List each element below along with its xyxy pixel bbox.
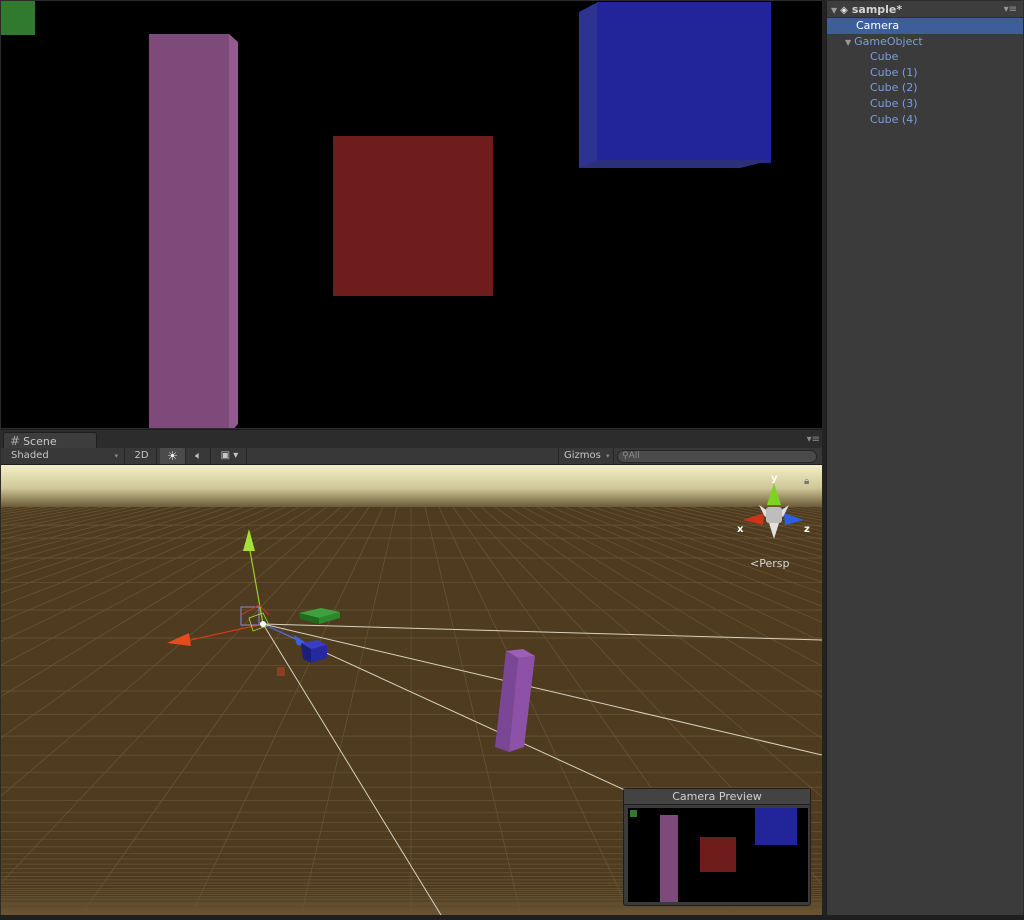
green-cube-render [1,1,35,35]
hierarchy-item[interactable]: Cube (4) [827,112,1023,128]
hierarchy-item-label: Cube (4) [870,112,918,126]
sky-gradient [1,465,822,507]
game-view[interactable] [1,1,822,428]
panel-menu-icon[interactable]: ▾≡ [807,434,820,445]
dropdown-arrow-icon: ▾ [114,452,118,460]
draw-mode-dropdown[interactable]: Shaded ▾ [1,448,125,464]
x-axis-label: x [737,524,744,535]
hierarchy-item-label: Cube (3) [870,96,918,110]
purple-pillar-side-render [229,34,238,428]
blue-cube-side-render [579,2,598,168]
scene-toolbar: Shaded ▾ 2D ☀ 🔈︎ ▣ ▾ Gizmos ▾ ⚲All [1,448,822,465]
scene-tab-bar: # Scene ▾≡ [1,429,822,449]
search-icon: ⚲ [622,451,629,461]
gizmos-label: Gizmos [564,450,601,461]
camera-preview-window: Camera Preview [623,788,811,906]
collapse-arrow-icon[interactable]: ▼ [831,6,837,15]
hierarchy-list: Camera ▼ GameObject Cube Cube (1) Cube (2) Cub… [827,18,1023,127]
red-cube-object[interactable] [277,667,285,676]
hierarchy-item-label: Camera [856,19,900,32]
hierarchy-item[interactable]: ▼ GameObject [827,34,1023,50]
hierarchy-item[interactable]: Cube [827,49,1023,65]
lock-icon[interactable]: 🔒︎ [804,476,809,487]
hierarchy-panel: ▼ ◈ sample* ▾≡ Camera ▼ GameObject Cube Cube (… [826,1,1023,915]
y-axis-label: y [771,473,778,484]
scene-name: sample* [851,3,903,16]
gizmos-dropdown[interactable]: Gizmos ▾ [558,448,614,464]
scene-search-input[interactable]: ⚲All [617,450,817,463]
preview-green-cube [630,810,637,817]
preview-blue-cube [755,808,797,845]
effects-dropdown-icon[interactable]: ▣ ▾ [213,448,247,464]
camera-icon [260,621,266,627]
persp-arrow-icon: < [750,557,760,570]
preview-purple-pillar [660,815,678,902]
red-cube-render [333,136,493,296]
z-axis-label: z [804,524,810,535]
hierarchy-item-label: Cube (1) [870,65,918,79]
purple-pillar-render [149,34,229,428]
search-placeholder: All [628,451,640,461]
preview-red-cube [700,837,736,872]
projection-toggle[interactable]: <Persp [750,557,789,570]
2d-toggle-button[interactable]: 2D [127,448,157,464]
audio-toggle-icon[interactable]: 🔈︎ [187,448,211,464]
hierarchy-item[interactable]: Cube (2) [827,80,1023,96]
scene-header[interactable]: ▼ ◈ sample* ▾≡ [827,1,1023,18]
tab-scene[interactable]: # Scene [3,432,97,449]
hierarchy-menu-icon[interactable]: ▾≡ [1004,1,1017,18]
blue-cube-bottom-render [579,160,771,168]
draw-mode-label: Shaded [11,450,49,461]
unity-scene-icon: ◈ [840,5,848,16]
camera-preview-title: Camera Preview [624,789,810,805]
bottom-border [0,915,1024,920]
grid-icon: # [10,434,21,448]
lighting-toggle-icon[interactable]: ☀ [160,448,186,464]
hierarchy-item[interactable]: Cube (3) [827,96,1023,112]
orientation-center-cube[interactable] [766,507,782,523]
blue-cube-render [597,2,771,163]
dropdown-arrow-icon: ▾ [606,452,610,460]
hierarchy-item[interactable]: Camera [827,18,1023,34]
projection-label: Persp [759,557,790,570]
hierarchy-item-label: Cube (2) [870,81,918,95]
expand-arrow-icon[interactable]: ▼ [845,38,851,47]
hierarchy-item[interactable]: Cube (1) [827,65,1023,81]
hierarchy-item-label: Cube [870,50,899,64]
camera-preview-viewport [628,808,808,902]
hierarchy-item-label: GameObject [854,34,923,48]
tab-scene-label: Scene [23,435,57,448]
